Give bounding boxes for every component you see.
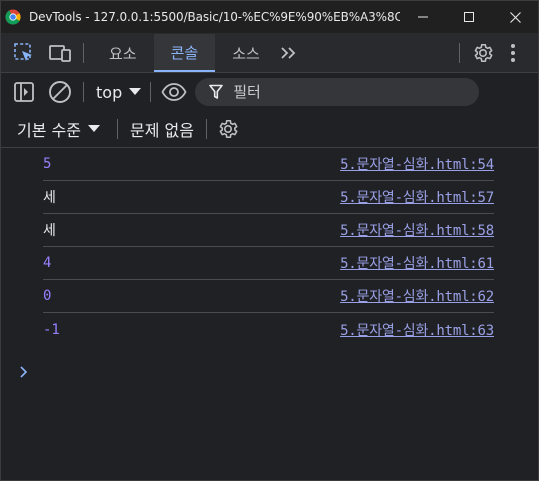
chrome-icon [5,9,21,25]
message-value: 세 [43,190,56,206]
live-expression-button[interactable] [159,77,189,107]
tab-console[interactable]: 콘솔 [153,34,216,72]
eye-icon [161,83,187,101]
message-value: 5 [43,156,52,172]
tab-elements[interactable]: 요소 [92,34,154,72]
console-message: 세 5.문자열-심화.html:58 [43,214,494,247]
source-link[interactable]: 5.문자열-심화.html:57 [340,187,494,207]
tab-sources[interactable]: 소스 [215,34,277,72]
message-value: 세 [43,223,56,239]
clear-icon [49,81,71,103]
source-link[interactable]: 5.문자열-심화.html:63 [340,320,494,340]
toolbar-divider [459,43,460,63]
panel-tab-bar: 요소 콘솔 소스 [1,34,538,73]
chevron-right-icon [20,366,28,378]
toolbar-divider [83,82,84,102]
window-title: DevTools - 127.0.0.1:5500/Basic/10-%EC%9… [29,10,400,24]
message-value: 0 [43,288,52,304]
context-selector[interactable]: top [96,83,142,102]
sidebar-icon [14,82,34,102]
console-prompt[interactable] [19,364,29,383]
caret-down-icon [129,88,142,95]
close-button[interactable] [492,1,538,33]
minimize-button[interactable] [400,1,446,33]
source-link[interactable]: 5.문자열-심화.html:54 [340,154,494,174]
source-link[interactable]: 5.문자열-심화.html:61 [340,253,494,273]
filter-field[interactable] [195,78,480,106]
gear-icon [474,43,493,63]
close-icon [509,11,521,23]
console-message: 세 5.문자열-심화.html:57 [43,181,494,214]
toolbar-divider [150,82,152,102]
filter-icon [209,84,224,99]
more-tabs-button[interactable] [273,38,303,68]
toolbar-divider [205,119,207,139]
log-levels-label: 기본 수준 [17,121,81,140]
show-sidebar-button[interactable] [9,77,39,107]
console-message: 4 5.문자열-심화.html:61 [43,247,494,280]
console-settings-button[interactable] [213,114,243,144]
device-toolbar-button[interactable] [45,38,75,68]
gear-icon [219,119,238,139]
toolbar-divider [116,119,118,139]
minimize-icon [418,16,428,18]
title-bar: DevTools - 127.0.0.1:5500/Basic/10-%EC%9… [1,1,538,34]
clear-console-button[interactable] [45,77,75,107]
device-icon [49,45,71,62]
message-value: 4 [43,255,52,271]
maximize-button[interactable] [446,1,492,33]
source-link[interactable]: 5.문자열-심화.html:62 [340,286,494,306]
log-levels-dropdown[interactable]: 기본 수준 [17,117,101,141]
console-message: 0 5.문자열-심화.html:62 [43,280,494,313]
console-output: 5 5.문자열-심화.html:54 세 5.문자열-심화.html:57 세 … [1,148,538,378]
console-message: -1 5.문자열-심화.html:63 [43,313,494,346]
console-message: 5 5.문자열-심화.html:54 [43,148,494,181]
filter-input[interactable] [231,82,456,102]
inspect-icon [14,43,32,61]
caret-down-icon [87,125,100,132]
toolbar-divider [83,43,84,63]
source-link[interactable]: 5.문자열-심화.html:58 [340,220,494,240]
chevron-double-right-icon [281,47,296,59]
devtools-window: DevTools - 127.0.0.1:5500/Basic/10-%EC%9… [0,0,539,481]
console-toolbar: top [1,73,538,111]
settings-button[interactable] [468,38,498,68]
message-value: -1 [43,321,60,338]
issues-counter[interactable]: 문제 없음 [130,117,194,141]
context-label: top [96,82,123,102]
kebab-menu-icon [511,44,515,62]
maximize-icon [464,12,474,22]
inspect-element-button[interactable] [9,38,39,68]
console-secondary-toolbar: 기본 수준 문제 없음 [1,111,538,148]
more-options-button[interactable] [498,38,528,68]
